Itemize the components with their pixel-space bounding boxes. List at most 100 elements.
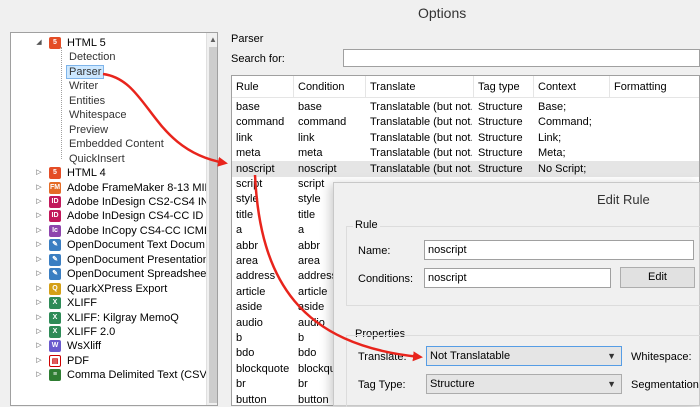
tree-item[interactable]: ▷ W WsXliff	[11, 339, 206, 353]
parser-section-label: Parser	[231, 33, 264, 45]
tag-type-label: Tag Type:	[358, 379, 406, 391]
wsxliff-icon: W	[49, 340, 61, 353]
table-cell: Translatable (but not...	[370, 101, 472, 113]
collapsed-arrow-icon[interactable]: ▷	[35, 296, 43, 310]
conditions-field[interactable]: noscript	[424, 268, 611, 288]
collapsed-arrow-icon[interactable]: ▷	[35, 253, 43, 267]
collapsed-arrow-icon[interactable]: ▷	[35, 166, 43, 180]
tree-item-label: XLIFF 2.0	[67, 326, 116, 338]
tag-type-value: Structure	[430, 378, 475, 390]
collapsed-arrow-icon[interactable]: ▷	[35, 209, 43, 223]
opendocument-icon: ✎	[49, 268, 61, 281]
table-row[interactable]: noscript noscript Translatable (but not...…	[232, 160, 699, 177]
edit-rule-dialog: Edit Rule Rule Name: noscript Conditions…	[333, 182, 700, 407]
name-field[interactable]: noscript	[424, 240, 694, 260]
collapsed-arrow-icon[interactable]: ▷	[35, 325, 43, 339]
name-label: Name:	[358, 245, 391, 257]
indesign-icon: ID	[49, 210, 61, 223]
dialog-title: Edit Rule	[597, 192, 650, 207]
tree-item[interactable]: ▷ ✎ OpenDocument Presentation	[11, 253, 209, 267]
expanded-arrow-icon[interactable]: ◢	[35, 36, 43, 50]
tree-child-label: Writer	[69, 80, 99, 93]
tree-item-label: Adobe InCopy CS4-CC ICML	[67, 224, 211, 237]
tree-item-label: XLIFF	[67, 297, 97, 310]
title-bar: Options	[0, 0, 700, 28]
xliff-icon: X	[49, 326, 61, 338]
table-row[interactable]: meta meta Translatable (but not... Structur…	[232, 145, 699, 161]
opendocument-icon: ✎	[49, 253, 61, 266]
translate-label: Translate:	[358, 351, 407, 363]
opendocument-icon: ✎	[49, 239, 61, 252]
tree-item[interactable]: ▷ X XLIFF: Kilgray MemoQ	[11, 311, 206, 325]
search-label: Search for:	[231, 53, 285, 65]
translate-dropdown[interactable]: Not Translatable ▼	[426, 346, 622, 366]
xliff-icon: X	[49, 311, 61, 324]
table-row[interactable]: command command Translatable (but not... St…	[232, 114, 699, 130]
tree-item[interactable]: ▷ Ic Adobe InCopy CS4-CC ICML	[11, 224, 210, 238]
table-cell: command	[298, 116, 347, 129]
file-type-tree[interactable]: ◢ 5 HTML 5 Detection Parser Writer Entities Whi…	[10, 32, 218, 406]
tree-item-label: HTML 4	[67, 167, 106, 180]
tree-item[interactable]: ▷ X XLIFF	[11, 296, 206, 310]
translate-value: Not Translatable	[430, 350, 511, 362]
tree-item[interactable]: ▷ ✎ OpenDocument Text Docum	[11, 238, 206, 252]
collapsed-arrow-icon[interactable]: ▷	[35, 311, 43, 325]
tree-item[interactable]: ▷ ▤ PDF	[11, 354, 206, 368]
collapsed-arrow-icon[interactable]: ▷	[35, 267, 43, 281]
edit-button[interactable]: Edit	[620, 267, 695, 288]
tree-child-label: Entities	[69, 94, 106, 107]
tree-item[interactable]: ▷ ID Adobe InDesign CS4-CC ID	[11, 209, 206, 223]
collapsed-arrow-icon[interactable]: ▷	[35, 339, 43, 353]
column-header-condition[interactable]: Condition	[294, 76, 366, 98]
tag-type-dropdown[interactable]: Structure ▼	[426, 374, 622, 394]
tree-scrollbar[interactable]: ▲	[206, 33, 217, 405]
table-row[interactable]: link link Translatable (but not... Structur…	[232, 130, 699, 146]
tree-item[interactable]: ▷ ✎ OpenDocument Spreadsheet	[11, 267, 210, 281]
column-header-translate[interactable]: Translate	[366, 76, 474, 98]
whitespace-label: Whitespace:	[631, 351, 692, 363]
table-cell: base	[236, 101, 260, 113]
search-input[interactable]	[343, 49, 700, 67]
table-cell: blockquote	[236, 362, 290, 375]
table-cell: Structure	[478, 131, 523, 144]
tree-item-label: QuarkXPress Export	[67, 282, 168, 295]
scroll-up-icon[interactable]: ▲	[209, 35, 217, 44]
tree-item[interactable]: ▷ ID Adobe InDesign CS2-CS4 IN	[11, 195, 209, 209]
tree-child-label: Detection	[69, 51, 116, 64]
collapsed-arrow-icon[interactable]: ▷	[35, 282, 43, 296]
collapsed-arrow-icon[interactable]: ▷	[35, 195, 43, 209]
table-cell: base	[298, 101, 322, 113]
tree-item[interactable]: ▷ FM Adobe FrameMaker 8-13 MIF	[11, 181, 211, 195]
collapsed-arrow-icon[interactable]: ▷	[35, 368, 43, 382]
tree-item-label: WsXliff	[67, 340, 102, 353]
quark-icon: Q	[49, 282, 61, 295]
tree-item-label: Adobe InDesign CS4-CC ID	[67, 210, 204, 223]
conditions-label: Conditions:	[358, 273, 414, 285]
scroll-thumb[interactable]	[209, 47, 217, 403]
csv-icon: ≡	[49, 369, 61, 382]
collapsed-arrow-icon[interactable]: ▷	[35, 181, 43, 195]
table-row[interactable]: base base Translatable (but not... Structur…	[232, 99, 699, 115]
table-cell: noscript	[298, 162, 337, 175]
incopy-icon: Ic	[49, 224, 61, 237]
column-header-tag-type[interactable]: Tag type	[474, 76, 534, 98]
table-cell: abbr	[236, 239, 259, 252]
tree-item[interactable]: ▷ Q QuarkXPress Export	[11, 282, 206, 296]
table-cell: Translatable (but not...	[370, 162, 472, 175]
tree-item-label: Comma Delimited Text (CSV	[67, 369, 207, 382]
tree-item[interactable]: ▷ 5 HTML 4	[11, 166, 206, 180]
tree-item-label: OpenDocument Spreadsheet	[67, 268, 210, 281]
table-cell: area	[236, 255, 259, 267]
tree-item-label: PDF	[67, 354, 89, 367]
collapsed-arrow-icon[interactable]: ▷	[35, 354, 43, 368]
tree-child-label: Preview	[69, 123, 109, 136]
tree-item[interactable]: ▷ ≡ Comma Delimited Text (CSV	[11, 368, 207, 382]
column-header-context[interactable]: Context	[534, 76, 610, 98]
column-header-rule[interactable]: Rule	[232, 76, 294, 98]
collapsed-arrow-icon[interactable]: ▷	[35, 224, 43, 238]
column-header-formatting[interactable]: Formatting	[610, 76, 699, 98]
tree-item[interactable]: ▷ X XLIFF 2.0	[11, 325, 206, 339]
tree-item-html5[interactable]: ◢ 5 HTML 5	[11, 36, 206, 50]
table-cell: address	[236, 270, 276, 283]
collapsed-arrow-icon[interactable]: ▷	[35, 238, 43, 252]
